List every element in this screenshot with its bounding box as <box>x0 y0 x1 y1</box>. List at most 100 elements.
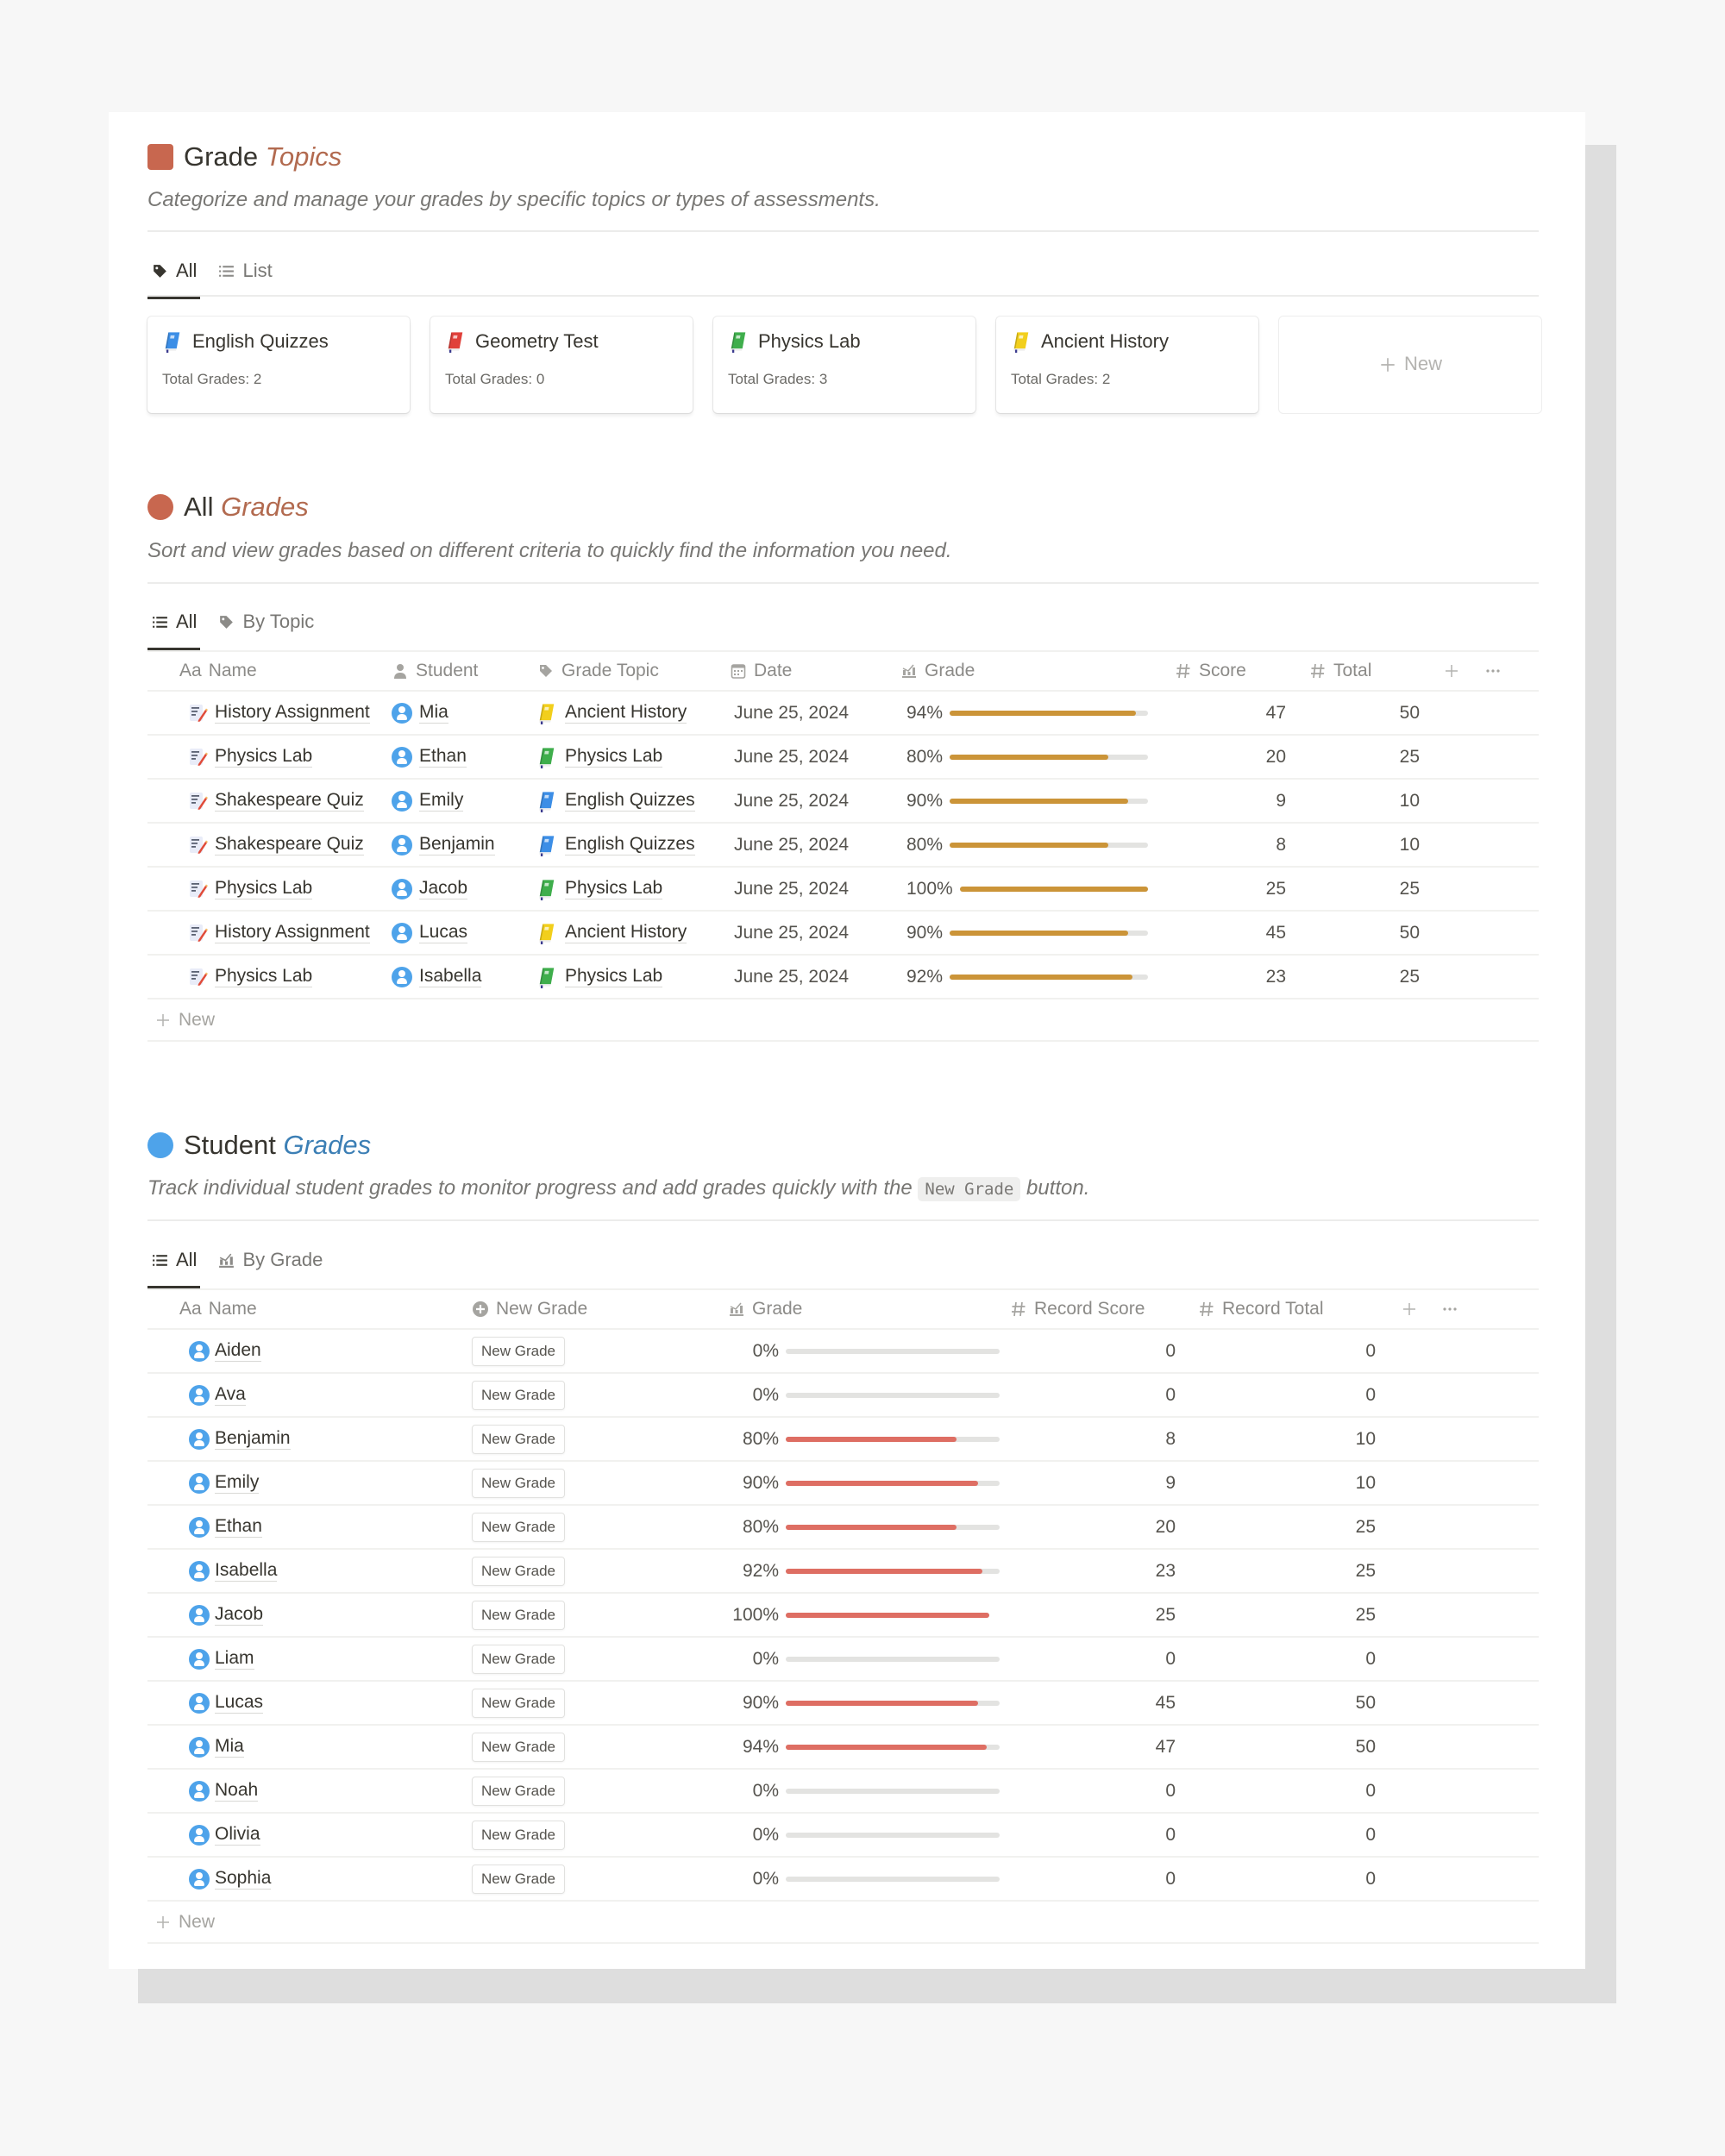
topic-cell[interactable]: English Quizzes <box>536 824 695 866</box>
new-grade-button[interactable]: New Grade <box>472 1424 565 1454</box>
student-name[interactable]: Emily <box>215 1472 260 1494</box>
name-cell[interactable]: Physics Lab <box>189 956 313 998</box>
name-cell[interactable]: Isabella <box>189 1550 278 1592</box>
table-row[interactable]: Liam New Grade 0% 0 0 <box>147 1638 1539 1682</box>
new-grade-button[interactable]: New Grade <box>472 1732 565 1762</box>
table-row[interactable]: Olivia New Grade 0% 0 0 <box>147 1814 1539 1858</box>
tab-by-topic[interactable]: By Topic <box>214 605 317 639</box>
column-record-score[interactable]: Record Score <box>1010 1290 1145 1328</box>
student-name[interactable]: Ethan <box>215 1516 262 1538</box>
name-cell[interactable]: Shakespeare Quiz <box>189 824 364 866</box>
name-cell[interactable]: History Assignment <box>189 692 370 734</box>
tab-all[interactable]: All <box>147 254 201 299</box>
name-cell[interactable]: Mia <box>189 1726 244 1768</box>
student-name[interactable]: Mia <box>215 1736 244 1758</box>
table-row[interactable]: Shakespeare Quiz Benjamin English Quizzes J… <box>147 824 1539 868</box>
column-total[interactable]: Total <box>1309 652 1371 690</box>
student-name[interactable]: Jacob <box>215 1604 264 1626</box>
topic-name[interactable]: Ancient History <box>565 702 687 724</box>
table-row[interactable]: Mia New Grade 94% 47 50 <box>147 1726 1539 1770</box>
student-name[interactable]: Lucas <box>419 922 468 943</box>
topic-name[interactable]: English Quizzes <box>565 834 695 856</box>
topic-card[interactable]: Geometry Test Total Grades: 0 <box>430 317 693 413</box>
new-grade-button[interactable]: New Grade <box>472 1380 565 1410</box>
new-row-label[interactable]: New <box>154 1000 215 1040</box>
column-grade[interactable]: Grade <box>728 1290 802 1328</box>
column-new-grade[interactable]: New Grade <box>472 1290 587 1328</box>
row-name[interactable]: Shakespeare Quiz <box>215 834 364 856</box>
table-row[interactable]: Emily New Grade 90% 9 10 <box>147 1462 1539 1506</box>
table-row[interactable]: Isabella New Grade 92% 23 25 <box>147 1550 1539 1594</box>
name-cell[interactable]: Ethan <box>189 1506 262 1548</box>
topic-card[interactable]: Physics Lab Total Grades: 3 <box>713 317 975 413</box>
table-row[interactable]: History Assignment Lucas Ancient History Ju… <box>147 912 1539 956</box>
student-cell[interactable]: Isabella <box>392 956 482 998</box>
name-cell[interactable]: Emily <box>189 1462 260 1504</box>
table-row[interactable]: Lucas New Grade 90% 45 50 <box>147 1682 1539 1726</box>
more-options-button[interactable] <box>1484 652 1502 690</box>
tab-list[interactable]: List <box>214 254 275 288</box>
name-cell[interactable]: Benjamin <box>189 1418 291 1460</box>
new-grade-button[interactable]: New Grade <box>472 1512 565 1542</box>
name-cell[interactable]: Physics Lab <box>189 736 313 778</box>
student-name[interactable]: Aiden <box>215 1340 261 1362</box>
column-student[interactable]: Student <box>392 652 478 690</box>
name-cell[interactable]: Liam <box>189 1638 254 1680</box>
new-card-button[interactable]: New <box>1279 317 1541 413</box>
table-row[interactable]: Physics Lab Isabella Physics Lab June 25, 2… <box>147 956 1539 1000</box>
new-grade-button[interactable]: New Grade <box>472 1336 565 1366</box>
column-name[interactable]: Aa Name <box>179 1290 257 1328</box>
student-name[interactable]: Emily <box>419 790 464 812</box>
topic-name[interactable]: Ancient History <box>565 922 687 943</box>
add-column-button[interactable] <box>1401 1290 1418 1328</box>
student-cell[interactable]: Jacob <box>392 868 468 910</box>
row-name[interactable]: History Assignment <box>215 702 370 724</box>
topic-cell[interactable]: English Quizzes <box>536 780 695 822</box>
topic-cell[interactable]: Ancient History <box>536 912 687 954</box>
row-name[interactable]: History Assignment <box>215 922 370 943</box>
new-grade-button[interactable]: New Grade <box>472 1820 565 1850</box>
tab-all[interactable]: All <box>147 1243 201 1288</box>
student-cell[interactable]: Benjamin <box>392 824 495 866</box>
column-grade-topic[interactable]: Grade Topic <box>537 652 659 690</box>
name-cell[interactable]: Shakespeare Quiz <box>189 780 364 822</box>
table-row[interactable]: Shakespeare Quiz Emily English Quizzes June… <box>147 780 1539 824</box>
table-row[interactable]: Physics Lab Jacob Physics Lab June 25, 2024… <box>147 868 1539 912</box>
new-grade-button[interactable]: New Grade <box>472 1468 565 1498</box>
topic-cell[interactable]: Physics Lab <box>536 868 663 910</box>
student-cell[interactable]: Emily <box>392 780 464 822</box>
student-cell[interactable]: Ethan <box>392 736 467 778</box>
table-row[interactable]: Ethan New Grade 80% 20 25 <box>147 1506 1539 1550</box>
student-name[interactable]: Ava <box>215 1384 246 1406</box>
topic-name[interactable]: Physics Lab <box>565 878 663 899</box>
new-grade-button[interactable]: New Grade <box>472 1556 565 1586</box>
name-cell[interactable]: Lucas <box>189 1682 264 1724</box>
topic-name[interactable]: English Quizzes <box>565 790 695 812</box>
column-score[interactable]: Score <box>1175 652 1246 690</box>
new-grade-button[interactable]: New Grade <box>472 1864 565 1894</box>
topic-card[interactable]: Ancient History Total Grades: 2 <box>996 317 1258 413</box>
student-name[interactable]: Olivia <box>215 1824 260 1846</box>
table-row[interactable]: Sophia New Grade 0% 0 0 <box>147 1858 1539 1902</box>
row-name[interactable]: Shakespeare Quiz <box>215 790 364 812</box>
new-grade-button[interactable]: New Grade <box>472 1600 565 1630</box>
student-name[interactable]: Liam <box>215 1648 254 1670</box>
topic-cell[interactable]: Ancient History <box>536 692 687 734</box>
column-date[interactable]: Date <box>730 652 792 690</box>
tab-by-grade[interactable]: By Grade <box>214 1243 326 1277</box>
table-row[interactable]: Noah New Grade 0% 0 0 <box>147 1770 1539 1814</box>
student-cell[interactable]: Mia <box>392 692 448 734</box>
new-grade-button[interactable]: New Grade <box>472 1688 565 1718</box>
new-row-button[interactable]: New <box>147 1000 1539 1042</box>
more-options-button[interactable] <box>1441 1290 1458 1328</box>
topic-cell[interactable]: Physics Lab <box>536 736 663 778</box>
table-row[interactable]: Ava New Grade 0% 0 0 <box>147 1374 1539 1418</box>
table-row[interactable]: History Assignment Mia Ancient History June… <box>147 692 1539 736</box>
student-cell[interactable]: Lucas <box>392 912 468 954</box>
student-name[interactable]: Benjamin <box>215 1428 291 1450</box>
table-row[interactable]: Jacob New Grade 100% 25 25 <box>147 1594 1539 1638</box>
topic-card[interactable]: English Quizzes Total Grades: 2 <box>147 317 410 413</box>
name-cell[interactable]: Jacob <box>189 1594 264 1636</box>
row-name[interactable]: Physics Lab <box>215 878 313 899</box>
new-row-button[interactable]: New <box>147 1902 1539 1944</box>
